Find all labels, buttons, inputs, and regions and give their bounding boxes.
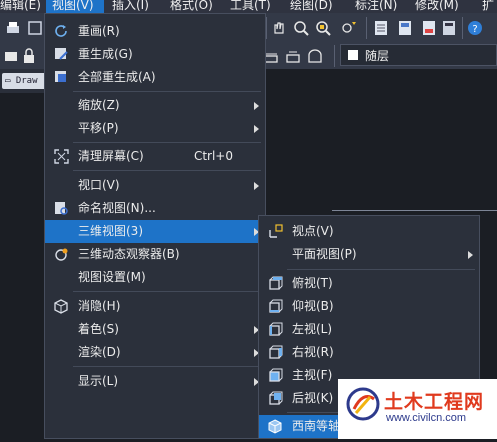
submenu-item-right[interactable]: 右视(R) (259, 341, 479, 364)
menu-item-view-settings[interactable]: 视图设置(M) (45, 266, 265, 289)
menu-item-named-views[interactable]: 命名视图(N)... (45, 197, 265, 220)
menu-item-redraw[interactable]: 重画(R) (45, 20, 265, 43)
submenu-item-bottom[interactable]: 仰视(B) (259, 295, 479, 318)
menu-bar: 编辑(E) 视图(V) 插入(I) 格式(O) 工具(T) 绘图(D) 标注(N… (0, 0, 497, 13)
menu-item-regen-all[interactable]: 全部重生成(A) (45, 66, 265, 89)
view-menu: 重画(R) 重生成(G) 全部重生成(A) 缩放(Z) 平移(P) 清理屏幕(C… (44, 13, 266, 439)
menu-view[interactable]: 视图(V) (46, 0, 104, 13)
menu-insert[interactable]: 插入(I) (112, 0, 149, 13)
menu-item-zoom[interactable]: 缩放(Z) (45, 94, 265, 117)
watermark: 土木工程网 www.civilcn.com (338, 379, 497, 439)
menu-format[interactable]: 格式(O) (170, 0, 213, 13)
shortcut-label: Ctrl+0 (193, 149, 233, 163)
submenu-item-left[interactable]: 左视(L) (259, 318, 479, 341)
tool-palette-icon[interactable] (420, 19, 438, 37)
civilcn-logo-icon (346, 387, 380, 421)
drawing-tab[interactable]: ▭ Draw (2, 73, 46, 89)
back-view-icon (268, 391, 283, 406)
design-center-icon[interactable] (396, 19, 414, 37)
lock-icon[interactable] (20, 47, 38, 65)
sw-isometric-icon (268, 419, 283, 434)
menu-draw[interactable]: 绘图(D) (290, 0, 333, 13)
viewpoint-icon (268, 224, 283, 239)
hide-icon (54, 299, 69, 314)
redraw-icon (54, 24, 69, 39)
watermark-url: www.civilcn.com (386, 412, 467, 424)
layer-color-swatch (348, 50, 358, 60)
watermark-title: 土木工程网 (384, 392, 485, 413)
bottom-view-icon (268, 299, 283, 314)
menu-item-regen[interactable]: 重生成(G) (45, 43, 265, 66)
layer-name: 随层 (365, 49, 390, 63)
menu-item-3d-views[interactable]: 三维视图(3) (45, 220, 265, 243)
menu-tools[interactable]: 工具(T) (230, 0, 271, 13)
menu-item-shade[interactable]: 着色(S) (45, 318, 265, 341)
menu-modify[interactable]: 修改(M) (415, 0, 459, 13)
submenu-item-top[interactable]: 俯视(T) (259, 272, 479, 295)
submenu-item-viewpoint[interactable]: 视点(V) (259, 220, 479, 243)
zoom-previous-icon[interactable] (340, 19, 358, 37)
menu-item-render[interactable]: 渲染(D) (45, 341, 265, 364)
drawing-tab-label: Draw (15, 76, 38, 86)
top-view-icon (268, 276, 283, 291)
submenu-arrow-icon (468, 251, 473, 259)
layer-match-icon[interactable] (284, 47, 302, 65)
zoom-window-icon[interactable] (314, 19, 332, 37)
menu-item-clean-screen[interactable]: 清理屏幕(C) Ctrl+0 (45, 145, 265, 168)
calculator-icon[interactable] (440, 19, 458, 37)
orbit-icon (54, 247, 69, 262)
submenu-arrow-icon (254, 102, 259, 110)
help-icon[interactable]: ? (466, 19, 484, 37)
regen-icon (54, 47, 69, 62)
panel-border (332, 210, 497, 211)
preview-icon[interactable] (26, 19, 44, 37)
layer-state-icon[interactable] (2, 47, 20, 65)
menu-item-pan[interactable]: 平移(P) (45, 117, 265, 140)
print-icon[interactable] (4, 19, 22, 37)
pan-hand-icon[interactable] (270, 19, 288, 37)
clean-screen-icon (54, 149, 69, 164)
menu-extend[interactable]: 扩 (482, 0, 494, 13)
right-view-icon (268, 345, 283, 360)
front-view-icon (268, 368, 283, 383)
zoom-realtime-icon[interactable] (292, 19, 310, 37)
named-view-icon (54, 201, 69, 216)
menu-item-hide[interactable]: 消隐(H) (45, 295, 265, 318)
layer-isolate-icon[interactable] (306, 47, 324, 65)
layer-combobox[interactable]: 随层 (340, 44, 497, 66)
menu-item-3d-orbit[interactable]: 三维动态观察器(B) (45, 243, 265, 266)
regen-all-icon (54, 70, 69, 85)
menu-edit[interactable]: 编辑(E) (0, 0, 41, 13)
submenu-arrow-icon (254, 125, 259, 133)
submenu-arrow-icon (254, 182, 259, 190)
submenu-item-plan-view[interactable]: 平面视图(P) (259, 243, 479, 266)
menu-dimension[interactable]: 标注(N) (355, 0, 397, 13)
menu-item-viewports[interactable]: 视口(V) (45, 174, 265, 197)
svg-text:?: ? (472, 24, 477, 35)
left-view-icon (268, 322, 283, 337)
properties-icon[interactable] (372, 19, 390, 37)
menu-item-display[interactable]: 显示(L) (45, 370, 265, 393)
